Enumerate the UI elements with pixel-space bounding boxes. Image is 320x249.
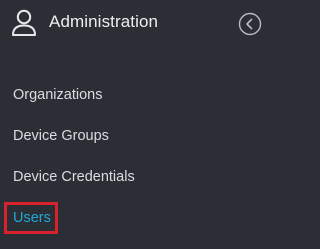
nav-item-users[interactable]: Users <box>13 209 51 227</box>
nav-item-organizations[interactable]: Organizations <box>13 86 102 104</box>
page-title: Administration <box>49 12 159 31</box>
collapse-sidebar-button[interactable] <box>238 12 262 36</box>
chevron-left-icon <box>246 18 253 30</box>
nav-item-device-groups[interactable]: Device Groups <box>13 127 109 145</box>
sidebar-header: Administration <box>0 0 267 50</box>
user-admin-icon <box>12 9 36 36</box>
administration-sidebar: Administration Organizations Device Grou… <box>0 0 267 249</box>
nav-item-device-credentials[interactable]: Device Credentials <box>13 168 135 186</box>
